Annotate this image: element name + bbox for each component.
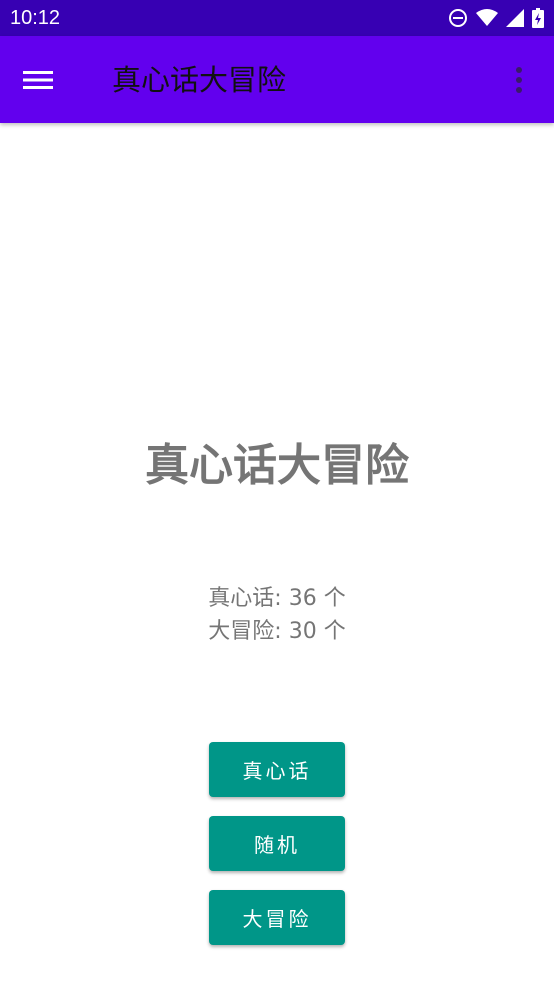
status-icons — [448, 8, 544, 28]
battery-charging-icon — [532, 8, 544, 28]
more-vert-icon[interactable] — [504, 62, 534, 98]
hamburger-menu-icon[interactable] — [20, 62, 56, 98]
truth-count: 真心话: 36 个 — [208, 586, 346, 611]
dare-button[interactable]: 大冒险 — [209, 890, 345, 945]
app-screen: 10:12 真心话大冒险 真心话大冒险 真心话: 36 个 大冒险: 30 个 … — [0, 0, 554, 985]
app-bar-title: 真心话大冒险 — [112, 63, 287, 97]
dare-count: 大冒险: 30 个 — [208, 619, 346, 644]
truth-button[interactable]: 真心话 — [209, 742, 345, 797]
cell-signal-icon — [506, 9, 524, 27]
app-bar: 真心话大冒险 — [0, 36, 554, 123]
counts-block: 真心话: 36 个 大冒险: 30 个 — [0, 582, 554, 648]
status-time: 10:12 — [10, 6, 61, 29]
wifi-icon — [476, 9, 498, 27]
main-title: 真心话大冒险 — [145, 440, 409, 491]
do-not-disturb-icon — [448, 8, 468, 28]
status-bar: 10:12 — [0, 0, 554, 36]
random-button[interactable]: 随机 — [209, 816, 345, 871]
